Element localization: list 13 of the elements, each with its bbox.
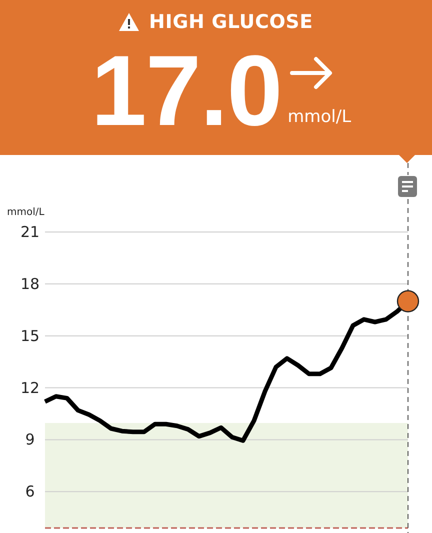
alert-title: HIGH GLUCOSE <box>149 11 313 33</box>
axis-tick-label: 12 <box>20 378 40 397</box>
axis-tick-label: 9 <box>25 430 35 449</box>
unit-label: mmol/L <box>288 107 352 127</box>
glucose-value: 17.0 <box>90 41 282 141</box>
axis-tick-label: 6 <box>25 482 35 501</box>
current-reading-dot <box>396 290 420 312</box>
axis-tick-label: 18 <box>20 274 40 293</box>
axis-tick-label: 21 <box>20 223 40 241</box>
note-icon[interactable] <box>398 176 417 197</box>
warning-icon <box>119 13 140 31</box>
axis-tick-label: 15 <box>20 326 40 345</box>
axis-unit-label: mmol/L <box>7 207 44 218</box>
